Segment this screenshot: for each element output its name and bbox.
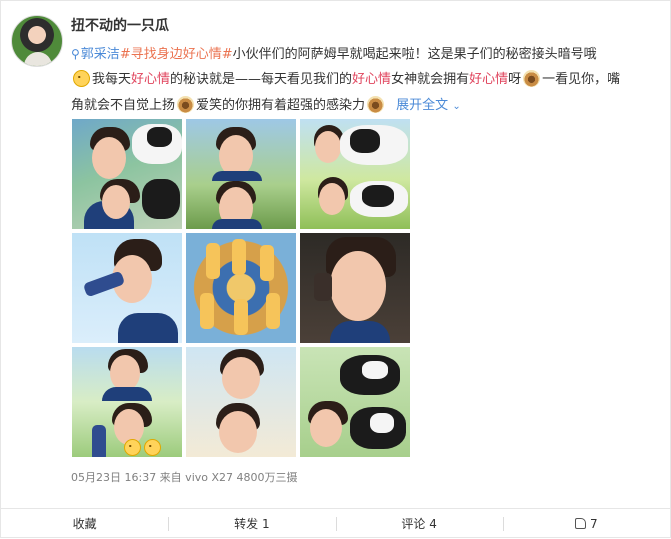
keyword: 好心情 [131,72,171,87]
cow-icon [177,96,195,113]
mention-link[interactable]: 郭采洁 [81,47,120,62]
expand-full-text-link[interactable]: 展开全文 ⌄ [396,98,461,113]
favorite-button[interactable]: 收藏 [1,509,168,539]
avatar[interactable] [11,15,63,67]
repost-button[interactable]: 转发 1 [168,509,335,539]
photo-thumbnail[interactable] [186,347,296,457]
photo-thumbnail[interactable] [186,233,296,343]
weibo-post-card: 扭不动的一只瓜 ⚲郭采洁#寻找身边好心情#小伙伴们的阿萨姆早就喝起来啦！这是果子… [0,0,671,538]
keyword: 好心情 [469,72,509,87]
location-pin-icon: ⚲ [71,47,80,61]
comment-button[interactable]: 评论 4 [335,509,503,539]
hashtag-link[interactable]: #寻找身边好心情# [120,47,233,62]
thumbs-up-icon [575,518,587,529]
photo-thumbnail[interactable] [300,347,410,457]
keyword: 好心情 [352,72,392,87]
thinking-face-icon [73,70,90,87]
photo-thumbnail[interactable] [186,119,296,229]
photo-thumbnail[interactable] [72,347,182,457]
cow-icon [367,96,385,113]
post-meta: 05月23日 16:37 来自 vivo X27 4800万三摄 [71,471,298,484]
post-text: ⚲郭采洁#寻找身边好心情#小伙伴们的阿萨姆早就喝起来啦！这是果子们的秘密接头暗号… [71,41,661,119]
cow-icon [523,70,541,87]
photo-thumbnail[interactable] [72,119,182,229]
username[interactable]: 扭不动的一只瓜 [71,15,169,35]
like-button[interactable]: 7 [502,509,670,539]
photo-thumbnail[interactable] [300,233,410,343]
chevron-down-icon: ⌄ [452,101,461,112]
photo-thumbnail[interactable] [300,119,410,229]
action-bar: 收藏 转发 1 评论 4 7 [1,508,670,539]
photo-thumbnail[interactable] [72,233,182,343]
